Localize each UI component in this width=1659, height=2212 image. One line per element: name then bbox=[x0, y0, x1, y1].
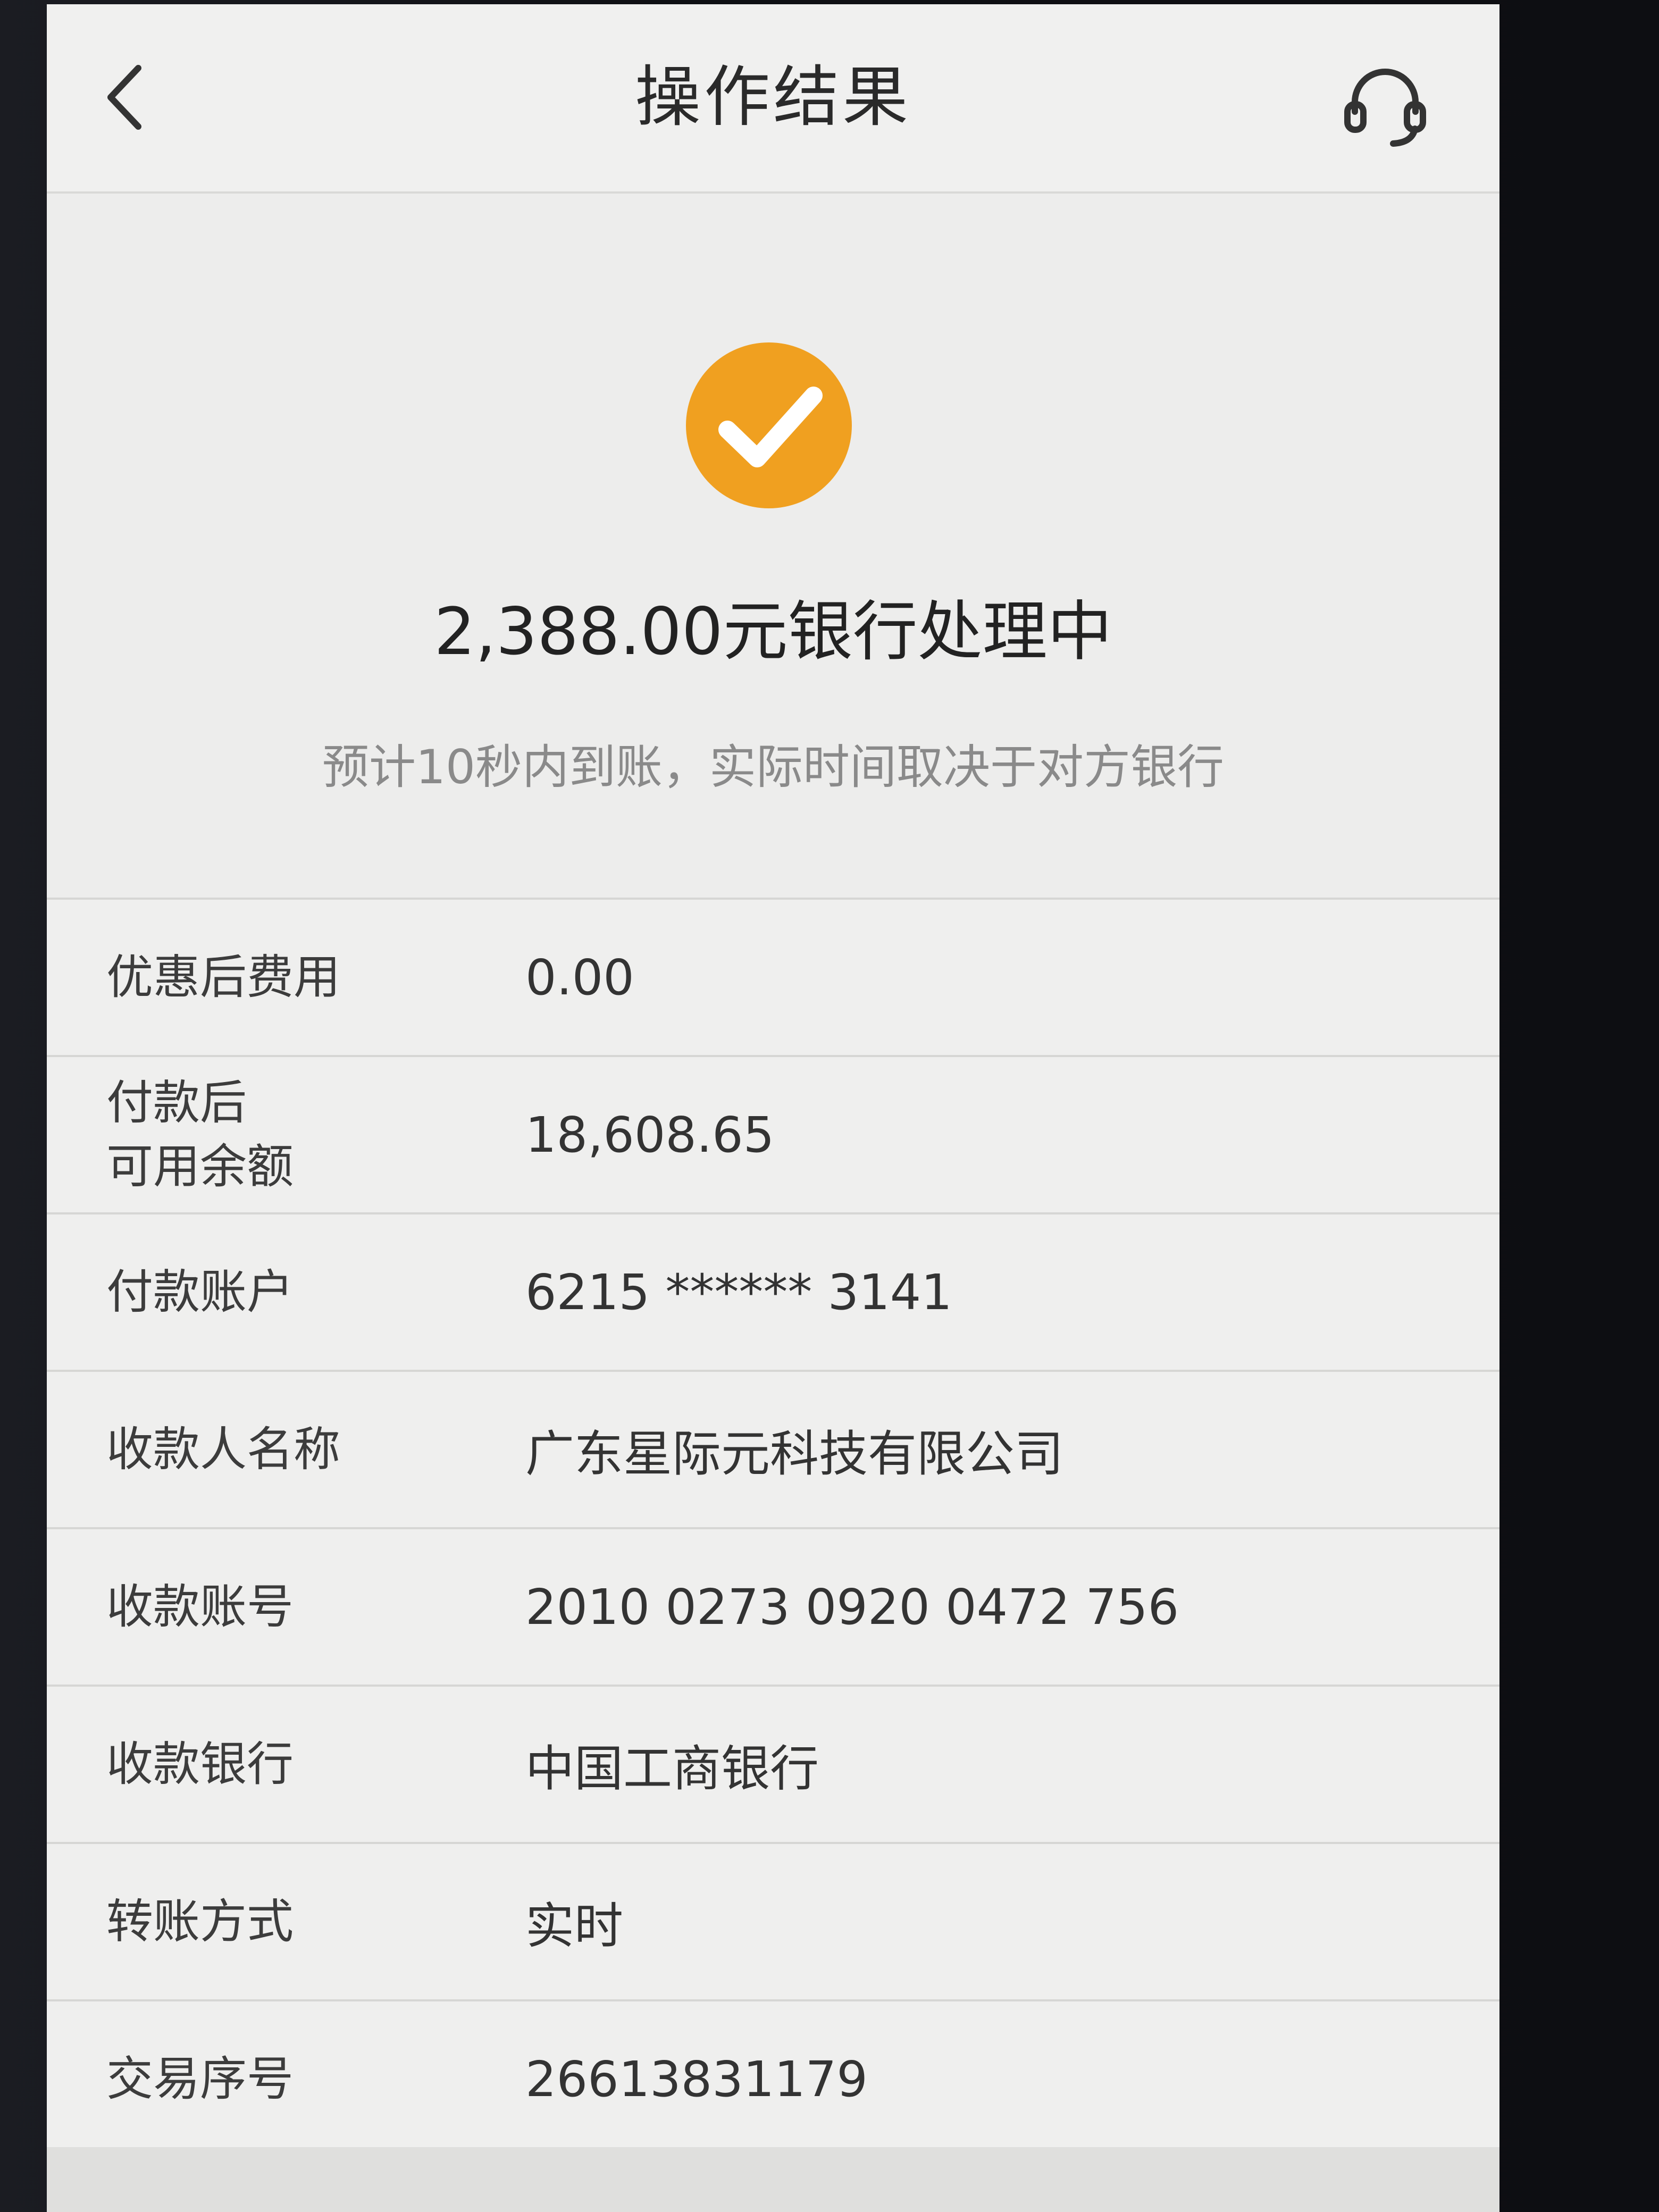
detail-value: 实时 bbox=[525, 1897, 624, 1955]
detail-label: 付款账户 bbox=[106, 1264, 294, 1319]
detail-label: 优惠后费用 bbox=[106, 950, 341, 1004]
detail-label: 收款人名称 bbox=[106, 1422, 341, 1477]
result-title: 2,388.00元银行处理中 bbox=[434, 594, 1112, 669]
transaction-details: 优惠后费用 0.00 付款后 可用余额 18,608.65 付款账户 6215 … bbox=[47, 898, 1499, 2159]
detail-label: 收款账号 bbox=[106, 1579, 294, 1634]
app-screen: 操作结果 2,388.00元银行处理中 预计10秒内到账，实际时间取决于对方银行… bbox=[47, 4, 1499, 2212]
headset-icon bbox=[1344, 69, 1426, 147]
check-circle-icon bbox=[686, 342, 852, 508]
detail-label: 交易序号 bbox=[106, 2051, 294, 2106]
detail-row: 付款账户 6215 ****** 3141 bbox=[47, 1214, 1499, 1372]
detail-value: 广东星际元科技有限公司 bbox=[525, 1425, 1064, 1482]
result-subtitle: 预计10秒内到账，实际时间取决于对方银行 bbox=[322, 740, 1224, 794]
detail-row: 转账方式 实时 bbox=[47, 1844, 1499, 2001]
detail-value: 6215 ****** 3141 bbox=[525, 1263, 952, 1321]
detail-label: 转账方式 bbox=[106, 1894, 294, 1949]
customer-service-button[interactable] bbox=[1335, 53, 1436, 154]
detail-row: 收款账号 2010 0273 0920 0472 756 bbox=[47, 1529, 1499, 1687]
detail-value: 中国工商银行 bbox=[525, 1740, 819, 1797]
detail-label: 付款后 可用余额 bbox=[106, 1075, 294, 1194]
detail-value: 26613831179 bbox=[525, 2050, 868, 2108]
detail-row: 优惠后费用 0.00 bbox=[47, 900, 1499, 1057]
page-title: 操作结果 bbox=[634, 59, 911, 136]
detail-label: 收款银行 bbox=[106, 1737, 294, 1791]
nav-bar: 操作结果 bbox=[47, 4, 1499, 194]
detail-value: 0.00 bbox=[525, 949, 634, 1006]
detail-row: 交易序号 26613831179 bbox=[47, 2001, 1499, 2159]
detail-value: 18,608.65 bbox=[525, 1106, 775, 1163]
detail-value: 2010 0273 0920 0472 756 bbox=[525, 1578, 1179, 1636]
detail-row: 收款银行 中国工商银行 bbox=[47, 1687, 1499, 1844]
detail-row: 付款后 可用余额 18,608.65 bbox=[47, 1057, 1499, 1214]
detail-row: 收款人名称 广东星际元科技有限公司 bbox=[47, 1372, 1499, 1529]
bottom-area bbox=[47, 2147, 1499, 2212]
